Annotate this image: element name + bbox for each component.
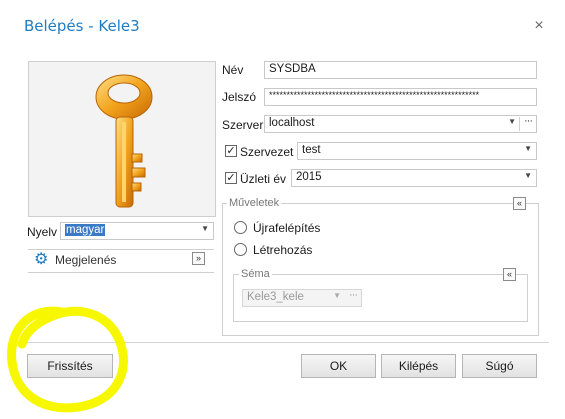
operations-label: Műveletek <box>227 197 282 209</box>
name-field[interactable]: SYSDBA <box>264 61 537 79</box>
language-select[interactable]: magyar ▼ <box>60 222 214 240</box>
org-value: test <box>302 144 321 156</box>
org-checkbox[interactable]: ✓ <box>225 145 237 157</box>
more-icon[interactable]: ··· <box>524 116 533 127</box>
schema-label: Séma <box>239 268 272 280</box>
exit-button[interactable]: Kilépés <box>381 354 456 378</box>
ok-button[interactable]: OK <box>301 354 376 378</box>
create-radio[interactable] <box>234 243 247 256</box>
chevron-down-icon: ▼ <box>508 117 516 126</box>
password-label: Jelszó <box>222 90 257 104</box>
rebuild-radio[interactable] <box>234 221 247 234</box>
rebuild-label: Újrafelépítés <box>253 221 321 235</box>
chevron-down-icon: ▼ <box>201 224 209 233</box>
language-label: Nyelv <box>27 225 58 239</box>
collapse-schema-button[interactable]: « <box>503 268 516 281</box>
year-value: 2015 <box>296 171 322 183</box>
org-label: Szervezet <box>240 145 294 159</box>
collapse-operations-button[interactable]: « <box>513 197 526 210</box>
year-label: Üzleti év <box>240 172 287 186</box>
server-select[interactable]: localhost ▼ ··· <box>264 115 537 133</box>
more-icon[interactable]: ··· <box>349 290 358 301</box>
language-value: magyar <box>65 224 106 236</box>
chevron-down-icon: ▼ <box>524 144 532 153</box>
year-checkbox[interactable]: ✓ <box>225 172 237 184</box>
password-field[interactable]: ****************************************… <box>264 88 537 106</box>
key-image <box>28 61 216 217</box>
window-title: Belépés - Kele3 <box>24 17 140 35</box>
year-select[interactable]: 2015 ▼ <box>291 169 537 187</box>
org-select[interactable]: test ▼ <box>297 142 537 160</box>
close-icon[interactable]: × <box>532 17 546 35</box>
chevron-down-icon: ▼ <box>333 291 341 300</box>
server-label: Szerver <box>222 118 264 132</box>
name-label: Név <box>222 63 244 77</box>
server-value: localhost <box>269 117 315 129</box>
create-label: Létrehozás <box>253 243 313 257</box>
help-button[interactable]: Súgó <box>462 354 537 378</box>
divider <box>519 117 520 131</box>
schema-select[interactable]: Kele3_kele ▼ ··· <box>242 289 362 307</box>
highlight-annotation <box>7 306 128 413</box>
gear-icon: ⚙ <box>34 251 49 268</box>
chevron-down-icon: ▼ <box>524 171 532 180</box>
schema-value: Kele3_kele <box>247 291 304 303</box>
expand-appearance-button[interactable]: » <box>192 252 205 265</box>
appearance-label: Megjelenés <box>55 253 117 267</box>
key-icon <box>95 74 153 208</box>
